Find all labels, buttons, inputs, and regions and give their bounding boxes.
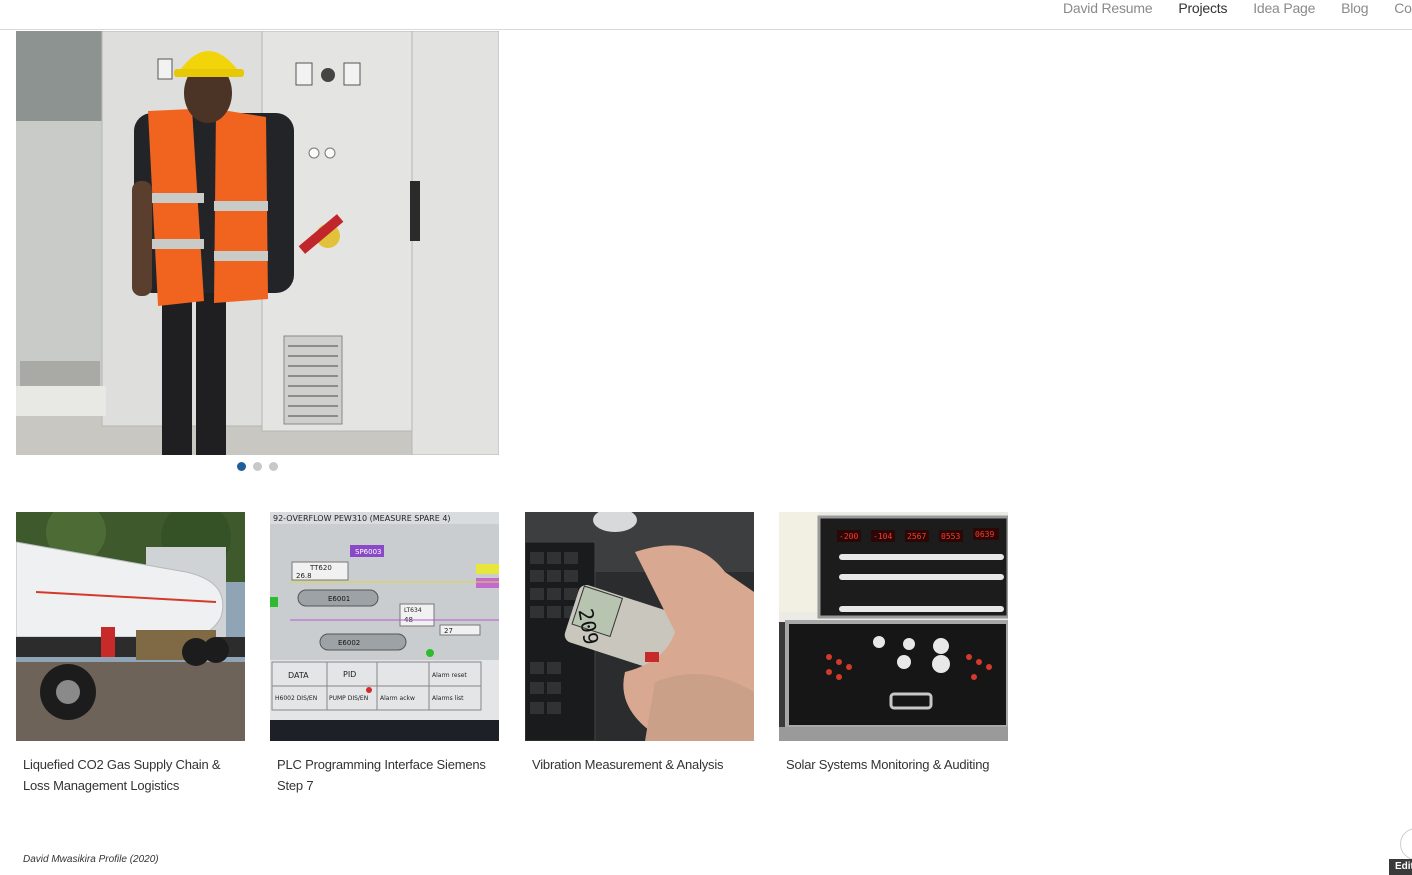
solar-display-3: 2567 bbox=[907, 532, 926, 541]
solar-display-4: 0553 bbox=[941, 532, 960, 541]
project-title[interactable]: PLC Programming Interface Siemens Step 7 bbox=[270, 754, 492, 796]
nav-item-contact[interactable]: Contac bbox=[1394, 0, 1412, 16]
top-navigation-bar: David Resume Projects Idea Page Blog Con… bbox=[0, 0, 1412, 30]
floating-widget-button[interactable] bbox=[1400, 828, 1412, 860]
hmi-tag-e6001: E6001 bbox=[328, 595, 350, 603]
nav-item-blog[interactable]: Blog bbox=[1341, 0, 1368, 16]
hmi-header: 92-OVERFLOW PEW310 (MEASURE SPARE 4) bbox=[273, 514, 451, 523]
hero-slideshow[interactable] bbox=[16, 31, 499, 455]
project-card-co2[interactable]: Liquefied CO2 Gas Supply Chain & Loss Ma… bbox=[16, 512, 245, 796]
project-image-solar-case[interactable]: -200 -104 2567 0553 0639 bbox=[779, 512, 1008, 741]
hmi-button-pid: PID bbox=[343, 670, 356, 679]
hmi-value-tt620: 26.8 bbox=[296, 572, 312, 580]
hmi-button-h6002: H6002 DIS/EN bbox=[275, 695, 317, 702]
footer-copyright: David Mwasikira Profile (2020) bbox=[23, 854, 159, 865]
hmi-tag-tt620: TT620 bbox=[309, 564, 332, 572]
solar-display-1: -200 bbox=[839, 532, 858, 541]
project-title[interactable]: Vibration Measurement & Analysis bbox=[525, 754, 747, 775]
nav-item-david-resume[interactable]: David Resume bbox=[1063, 0, 1153, 16]
hmi-tag-e6002: E6002 bbox=[338, 639, 360, 647]
project-card-solar[interactable]: -200 -104 2567 0553 0639 Solar Systems M… bbox=[779, 512, 1008, 775]
slide-dot-2[interactable] bbox=[253, 462, 262, 471]
project-image-co2-tanker[interactable] bbox=[16, 512, 245, 741]
nav-item-projects[interactable]: Projects bbox=[1178, 0, 1227, 16]
hmi-button-alarm-reset: Alarm reset bbox=[432, 672, 467, 679]
slide-dot-3[interactable] bbox=[269, 462, 278, 471]
solar-display-2: -104 bbox=[873, 532, 892, 541]
project-title[interactable]: Liquefied CO2 Gas Supply Chain & Loss Ma… bbox=[16, 754, 238, 796]
project-card-plc[interactable]: 92-OVERFLOW PEW310 (MEASURE SPARE 4) SP6… bbox=[270, 512, 499, 796]
main-nav: David Resume Projects Idea Page Blog Con… bbox=[1063, 0, 1412, 18]
nav-item-idea-page[interactable]: Idea Page bbox=[1253, 0, 1315, 16]
hmi-tag-sp6003: SP6003 bbox=[355, 548, 381, 556]
hmi-button-data: DATA bbox=[288, 671, 309, 680]
project-card-vibration[interactable]: 209 Vibration Measurement & Analysis bbox=[525, 512, 754, 775]
hmi-tag-lt634: LT634 bbox=[404, 607, 422, 614]
hmi-button-alarms-list: Alarms list bbox=[432, 695, 464, 702]
project-image-vibration-meter[interactable]: 209 bbox=[525, 512, 754, 741]
hmi-value-percent: 27 bbox=[444, 627, 453, 635]
hmi-button-alarm-ackw: Alarm ackw bbox=[380, 695, 415, 702]
slideshow-pagination bbox=[237, 462, 278, 472]
hmi-button-pump: PUMP DIS/EN bbox=[329, 695, 368, 702]
edit-button[interactable]: Edit bbox=[1389, 859, 1412, 875]
hero-photo-engineer-at-panel bbox=[16, 31, 499, 455]
solar-display-5: 0639 bbox=[975, 530, 994, 539]
project-image-plc-hmi[interactable]: 92-OVERFLOW PEW310 (MEASURE SPARE 4) SP6… bbox=[270, 512, 499, 741]
project-title[interactable]: Solar Systems Monitoring & Auditing bbox=[779, 754, 1001, 775]
slide-dot-1[interactable] bbox=[237, 462, 246, 471]
